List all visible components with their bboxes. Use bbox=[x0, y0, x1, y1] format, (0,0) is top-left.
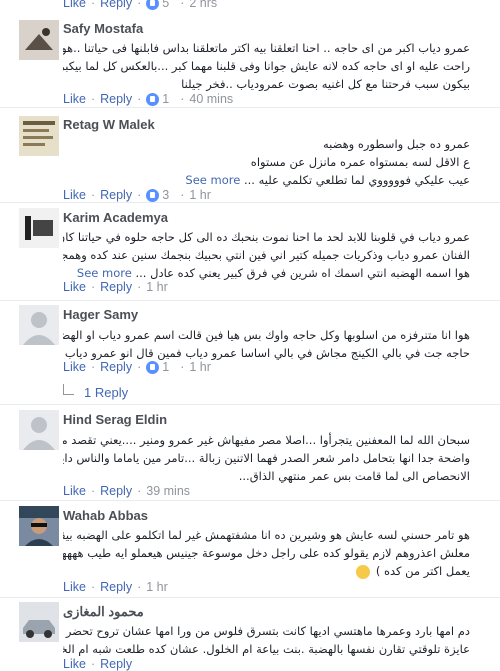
author-name[interactable]: Wahab Abbas bbox=[63, 508, 148, 523]
author-name[interactable]: Safy Mostafa bbox=[63, 21, 143, 36]
comment-actions: Like · Reply bbox=[63, 657, 133, 671]
comment: Safy Mostafa عمرو دياب اكبر من اى حاجه .… bbox=[0, 14, 500, 112]
timestamp[interactable]: 1 hr bbox=[146, 280, 168, 294]
like-link[interactable]: Like bbox=[63, 92, 86, 106]
see-more-link[interactable]: See more bbox=[77, 266, 132, 280]
like-link[interactable]: Like bbox=[63, 360, 86, 374]
like-reaction-icon bbox=[146, 188, 160, 202]
reply-link[interactable]: Reply bbox=[100, 484, 132, 498]
divider bbox=[0, 300, 500, 301]
avatar[interactable] bbox=[19, 506, 59, 546]
winking-emoji-icon bbox=[356, 564, 371, 579]
comment: Karim Academya عمرو دياب في قلوبنا للابد… bbox=[0, 206, 500, 298]
reaction-count[interactable]: 1 bbox=[162, 92, 169, 106]
reply-link[interactable]: Reply bbox=[100, 657, 132, 671]
see-more-link[interactable]: See more bbox=[185, 173, 240, 187]
like-link[interactable]: Like bbox=[63, 484, 86, 498]
divider bbox=[0, 202, 500, 203]
like-reaction-icon bbox=[146, 0, 160, 10]
reaction-count[interactable]: 1 bbox=[162, 360, 169, 374]
like-link[interactable]: Like bbox=[63, 580, 86, 594]
reply-link[interactable]: Reply bbox=[100, 360, 132, 374]
avatar[interactable] bbox=[19, 305, 59, 345]
author-name[interactable]: محمود المغازى bbox=[63, 604, 144, 620]
comment-actions: Like · Reply · 1 hr bbox=[63, 280, 168, 294]
author-name[interactable]: Hind Serag Eldin bbox=[63, 412, 167, 427]
avatar[interactable] bbox=[19, 602, 59, 642]
author-name[interactable]: Karim Academya bbox=[63, 210, 168, 225]
reply-link[interactable]: Reply bbox=[100, 580, 132, 594]
avatar[interactable] bbox=[19, 208, 59, 248]
comment: Wahab Abbas هو تامر حسني لسه عايش هو وشي… bbox=[0, 504, 500, 596]
comment-actions: Like · Reply · 1 · 40 mins bbox=[63, 92, 234, 106]
comment-text: سبحان الله لما المعفنين يتجرأوا ...اصلا … bbox=[63, 433, 470, 483]
like-link[interactable]: Like bbox=[63, 280, 86, 294]
author-name[interactable]: Hager Samy bbox=[63, 307, 138, 322]
timestamp[interactable]: 1 hr bbox=[146, 580, 168, 594]
avatar[interactable] bbox=[19, 116, 59, 156]
reply-link[interactable]: Reply bbox=[100, 280, 132, 294]
comment-actions: Like · Reply · 1 · 1 hr bbox=[63, 360, 211, 374]
comment-actions: Like · Reply · 3 · 1 hr bbox=[63, 188, 211, 202]
comment: Hager Samy هوا انا متنرفزه من اسلوبها وك… bbox=[0, 303, 500, 403]
like-reaction-icon bbox=[146, 92, 160, 106]
timestamp[interactable]: 1 hr bbox=[189, 360, 211, 374]
avatar[interactable] bbox=[19, 410, 59, 450]
comment-text: هو تامر حسني لسه عايش هو وشيرين ده انا م… bbox=[63, 528, 470, 579]
divider bbox=[0, 597, 500, 598]
reply-link[interactable]: Reply bbox=[100, 0, 132, 10]
timestamp[interactable]: 40 mins bbox=[189, 92, 233, 106]
comment: محمود المغازى دم امها بارد وعمرها ماهتسي… bbox=[0, 600, 500, 671]
divider bbox=[0, 107, 500, 108]
reply-arrow-icon bbox=[63, 384, 74, 395]
like-link[interactable]: Like bbox=[63, 657, 86, 671]
comment-text: عمرو ده جبل واسطوره وهضبه ع الاقل لسه بم… bbox=[185, 137, 470, 187]
divider bbox=[0, 404, 500, 405]
avatar[interactable] bbox=[19, 20, 59, 60]
comment: Retag W Malek عمرو ده جبل واسطوره وهضبه … bbox=[0, 112, 500, 204]
like-link[interactable]: Like bbox=[63, 188, 86, 202]
timestamp[interactable]: 39 mins bbox=[146, 484, 190, 498]
previous-comment-stub: Like · Reply · 5 · 2 hrs bbox=[0, 0, 500, 12]
comment-actions: Like · Reply · 1 hr bbox=[63, 580, 168, 594]
comment-text: عمرو دياب في قلوبنا للابد لحد ما احنا نم… bbox=[63, 230, 470, 280]
comment-text: دم امها بارد وعمرها ماهتسي اديها كانت بت… bbox=[63, 624, 470, 656]
like-link[interactable]: Like bbox=[63, 0, 86, 10]
comment-actions: Like · Reply · 39 mins bbox=[63, 484, 191, 498]
reply-link[interactable]: Reply bbox=[100, 188, 132, 202]
comment-text: هوا انا متنرفزه من اسلوبها وكل حاجه واوك… bbox=[63, 328, 470, 360]
like-reaction-icon bbox=[146, 360, 160, 374]
timestamp[interactable]: 1 hr bbox=[189, 188, 211, 202]
reaction-count[interactable]: 3 bbox=[162, 188, 169, 202]
comment: Hind Serag Eldin سبحان الله لما المعفنين… bbox=[0, 408, 500, 500]
view-replies-link[interactable]: 1 Reply bbox=[63, 384, 128, 400]
comment-text: عمرو دياب اكبر من اى حاجه .. احنا اتعلقن… bbox=[63, 41, 470, 91]
author-name[interactable]: Retag W Malek bbox=[63, 117, 155, 132]
divider bbox=[0, 500, 500, 501]
reply-link[interactable]: Reply bbox=[100, 92, 132, 106]
